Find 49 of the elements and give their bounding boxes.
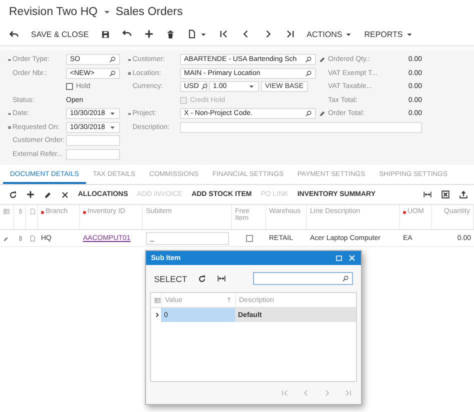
refresh-icon[interactable] [198,274,206,282]
close-icon[interactable] [348,254,356,262]
back-icon[interactable] [9,29,19,39]
upload-icon[interactable] [459,190,468,199]
search-icon[interactable] [109,70,116,77]
document-icon [186,29,197,39]
search-icon[interactable] [109,56,116,64]
text-field[interactable] [66,148,120,160]
column-settings-icon[interactable] [154,296,161,304]
first-page-icon[interactable] [218,29,229,39]
undo-icon[interactable] [122,29,132,39]
save-icon[interactable] [100,30,110,38]
screen-title: Sales Orders [116,6,183,18]
clipboard-menu[interactable] [186,29,207,39]
note-icon[interactable] [29,235,36,242]
last-page-icon[interactable] [284,29,295,39]
checkbox[interactable] [246,235,252,242]
search-icon[interactable] [305,110,312,118]
edit-icon[interactable] [44,190,52,198]
add-icon[interactable] [26,190,35,199]
search-icon[interactable] [305,56,312,64]
dropdown-menu[interactable]: REPORTS [364,30,413,38]
search-icon[interactable] [200,83,208,90]
dropdown-menu[interactable]: ACTIONS [306,30,352,38]
note-icon [29,208,36,215]
add-icon[interactable] [144,29,154,39]
delete-icon[interactable] [61,190,69,198]
excel-export-icon[interactable] [441,190,450,199]
company-name[interactable]: Revision Two HQ [9,6,98,18]
attachment-icon[interactable] [17,235,24,242]
save-close-button[interactable]: SAVE & CLOSE [31,30,89,38]
caret-icon [200,30,207,38]
maximize-icon[interactable] [335,254,343,262]
row-pointer-icon [154,312,160,318]
text-field[interactable] [180,122,422,133]
caret-icon [406,30,413,38]
search-field[interactable] [253,272,353,285]
fit-width-icon[interactable] [423,190,432,199]
search-icon [342,275,349,282]
search-icon[interactable] [305,70,312,77]
fit-width-icon[interactable] [217,274,226,283]
delete-icon[interactable] [166,30,175,38]
caret-icon[interactable] [248,83,255,90]
attachment-icon [17,208,24,215]
text-field[interactable] [66,135,120,146]
refresh-icon[interactable] [9,190,17,198]
caret-icon [345,30,352,38]
select-button[interactable]: SELECT [154,274,188,284]
checkbox[interactable] [66,83,73,90]
